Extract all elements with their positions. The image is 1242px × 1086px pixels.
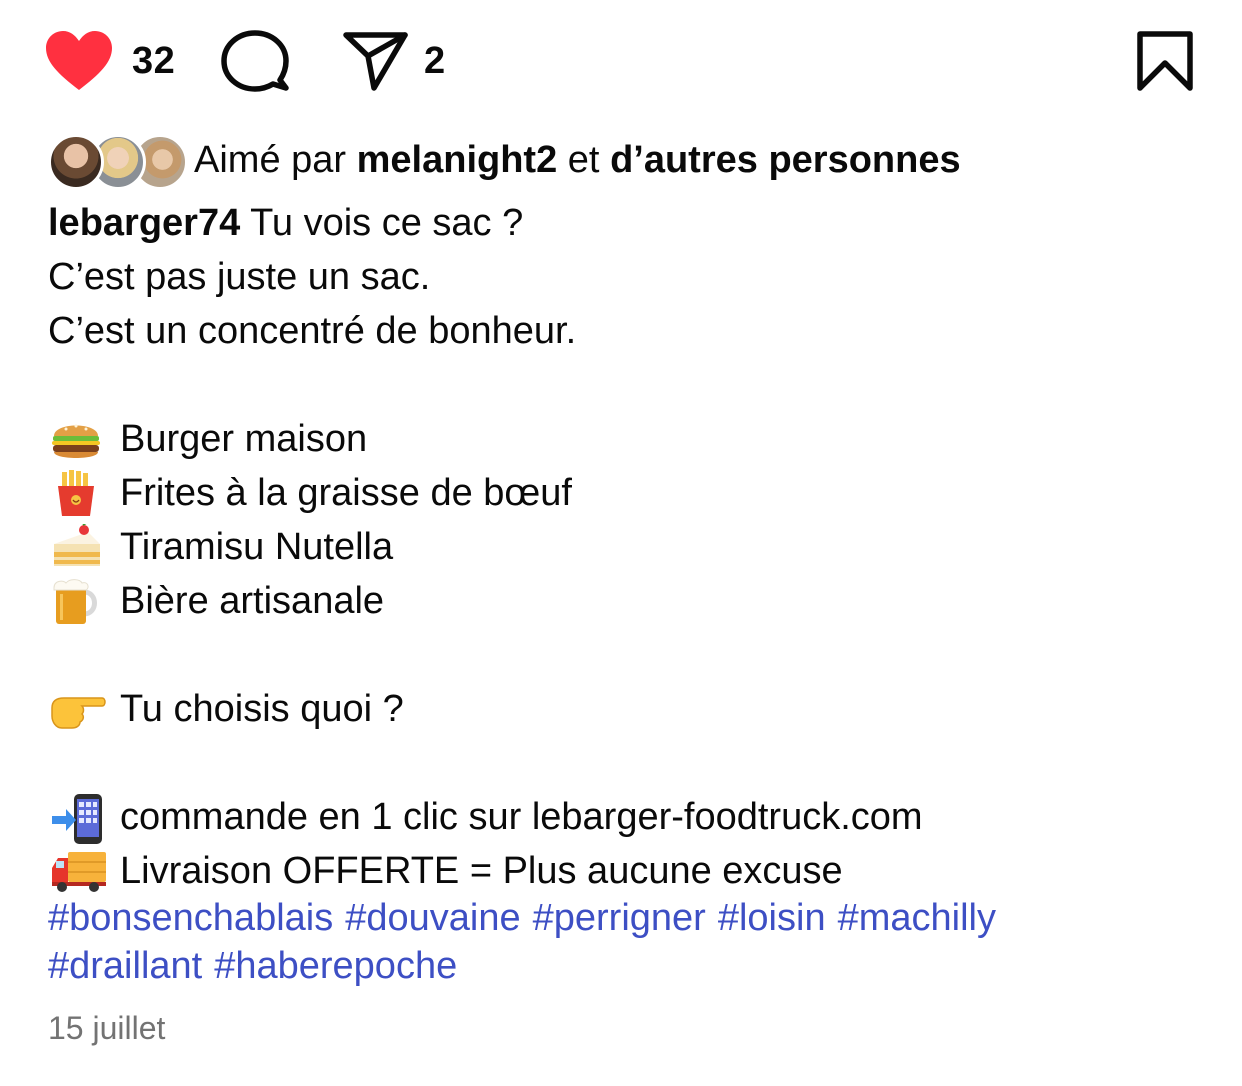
delivery-text: Livraison OFFERTE = Plus aucune excuse bbox=[120, 850, 843, 892]
truck-emoji bbox=[48, 844, 106, 898]
menu-item: Bière artisanale bbox=[48, 574, 1208, 628]
order-text: commande en 1 clic sur lebarger-foodtruc… bbox=[120, 796, 923, 838]
liker-username[interactable]: melanight2 bbox=[357, 139, 558, 181]
likes-others-link[interactable]: d’autres personnes bbox=[610, 139, 961, 181]
menu-item: Frites à la graisse de bœuf bbox=[48, 466, 1208, 520]
beer-emoji bbox=[48, 574, 106, 628]
save-action[interactable] bbox=[1136, 30, 1194, 92]
share-icon[interactable] bbox=[342, 30, 410, 92]
caption-username[interactable]: lebarger74 bbox=[48, 202, 240, 244]
hashtag-link[interactable]: #machilly bbox=[838, 897, 996, 939]
menu-item: Burger maison bbox=[48, 412, 1208, 466]
share-action[interactable]: 2 bbox=[342, 30, 446, 92]
cake-emoji bbox=[48, 520, 106, 574]
menu-item-text: Burger maison bbox=[120, 418, 368, 460]
post-date: 15 juillet bbox=[48, 1010, 166, 1046]
phone-arrow-emoji bbox=[48, 790, 106, 844]
menu-item-text: Frites à la graisse de bœuf bbox=[120, 472, 572, 514]
likes-summary[interactable]: Aimé par melanight2 et d’autres personne… bbox=[48, 132, 961, 190]
like-action[interactable]: 32 bbox=[44, 30, 175, 92]
hashtag-link[interactable]: #bonsenchablais bbox=[48, 897, 333, 939]
likes-prefix: Aimé par bbox=[194, 138, 347, 181]
question-line: Tu choisis quoi ? bbox=[48, 682, 1208, 736]
bookmark-icon[interactable] bbox=[1136, 30, 1194, 92]
hashtag-link[interactable]: #draillant bbox=[48, 945, 202, 987]
comment-action[interactable] bbox=[220, 30, 290, 92]
hashtag-list: #bonsenchablais #douvaine #perrigner #loisi… bbox=[48, 894, 1208, 990]
likes-text: Aimé par melanight2 et d’autres personne… bbox=[194, 139, 961, 182]
order-line: commande en 1 clic sur lebarger-foodtruc… bbox=[48, 790, 1208, 844]
fries-emoji bbox=[48, 466, 106, 520]
caption-line: C’est un concentré de bonheur. bbox=[48, 310, 577, 352]
hashtag-link[interactable]: #douvaine bbox=[345, 897, 520, 939]
menu-item-text: Bière artisanale bbox=[120, 580, 385, 622]
share-count[interactable]: 2 bbox=[424, 40, 446, 83]
hashtag-link[interactable]: #perrigner bbox=[533, 897, 706, 939]
hashtag-link[interactable]: #loisin bbox=[718, 897, 826, 939]
caption-first-line: Tu vois ce sac ? bbox=[250, 202, 524, 244]
avatar[interactable] bbox=[48, 134, 104, 190]
question-text: Tu choisis quoi ? bbox=[120, 688, 404, 730]
menu-item-text: Tiramisu Nutella bbox=[120, 526, 394, 568]
delivery-line: Livraison OFFERTE = Plus aucune excuse bbox=[48, 844, 1208, 898]
post-caption: lebarger74 Tu vois ce sac ? C’est pas ju… bbox=[48, 196, 1208, 898]
like-count[interactable]: 32 bbox=[132, 40, 175, 83]
comment-icon[interactable] bbox=[220, 30, 290, 92]
pointing-hand-emoji bbox=[48, 682, 106, 736]
menu-item: Tiramisu Nutella bbox=[48, 520, 1208, 574]
heart-icon[interactable] bbox=[44, 30, 114, 92]
post-action-bar: 32 2 bbox=[0, 0, 1242, 120]
caption-line: C’est pas juste un sac. bbox=[48, 256, 431, 298]
likes-connector: et bbox=[567, 138, 600, 181]
liker-avatars[interactable] bbox=[48, 132, 188, 190]
hashtag-link[interactable]: #haberepoche bbox=[214, 945, 457, 987]
burger-emoji bbox=[48, 412, 106, 466]
